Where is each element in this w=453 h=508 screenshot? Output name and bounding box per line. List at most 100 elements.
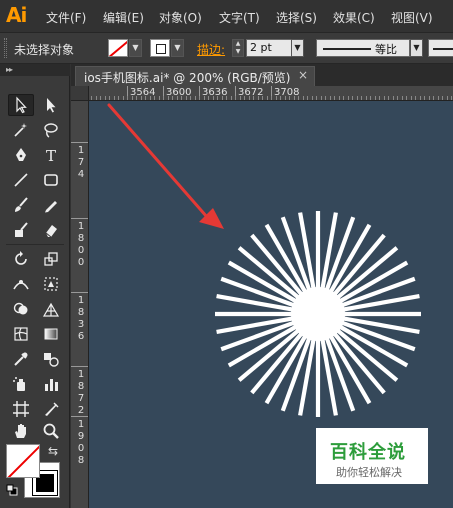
close-tab-icon[interactable]: × — [298, 68, 308, 82]
ruler-label: 0 — [77, 443, 85, 454]
scale-tool-icon[interactable] — [38, 248, 64, 270]
free-transform-tool-icon[interactable] — [38, 273, 64, 295]
ruler-label: 1 — [77, 295, 85, 306]
selection-status: 未选择对象 — [14, 43, 75, 57]
menu-object[interactable]: 对象(O) — [159, 9, 202, 26]
menu-type[interactable]: 文字(T) — [219, 9, 260, 26]
profile-dropdown-icon[interactable]: ▼ — [410, 39, 423, 57]
menu-effect[interactable]: 效果(C) — [333, 9, 375, 26]
variable-width-profile[interactable]: 等比 — [316, 39, 410, 57]
horizontal-ruler[interactable]: 3564 3600 3636 3672 3708 — [71, 86, 453, 101]
document-tab-bar: ios手机图标.ai* @ 200% (RGB/预览) × — [71, 64, 453, 86]
slice-tool-icon[interactable] — [38, 398, 64, 420]
fill-swatch[interactable] — [108, 39, 128, 57]
ruler-major-tick — [71, 366, 88, 367]
toolbar-divider — [6, 244, 64, 245]
eyedropper-tool-icon[interactable] — [8, 348, 34, 370]
type-tool-icon[interactable]: T — [38, 144, 64, 166]
swap-colors-icon[interactable]: ⇆ — [48, 444, 58, 458]
stroke-weight-dropdown-icon[interactable]: ▼ — [291, 39, 304, 57]
ruler-label: 9 — [77, 431, 85, 442]
collapse-icon[interactable]: ▸▸ — [6, 65, 13, 74]
rectangle-tool-icon[interactable] — [38, 169, 64, 191]
menu-edit[interactable]: 编辑(E) — [103, 9, 144, 26]
pencil-tool-icon[interactable] — [38, 194, 64, 216]
ruler-label: 1 — [77, 369, 85, 380]
ruler-label: 6 — [77, 331, 85, 342]
ruler-label: 0 — [77, 245, 85, 256]
shape-builder-tool-icon[interactable] — [8, 298, 34, 320]
panel-grip-icon[interactable] — [4, 38, 7, 58]
menu-view[interactable]: 视图(V) — [391, 9, 433, 26]
rotate-tool-icon[interactable] — [8, 248, 34, 270]
fill-dropdown-icon[interactable]: ▼ — [129, 39, 142, 57]
pen-tool-icon[interactable] — [8, 144, 34, 166]
ruler-label: 7 — [77, 393, 85, 404]
zoom-tool-icon[interactable] — [38, 420, 64, 442]
ruler-label: 3600 — [166, 87, 192, 98]
blob-brush-tool-icon[interactable] — [8, 219, 34, 241]
pointer-arrow — [107, 103, 224, 229]
document-tab[interactable]: ios手机图标.ai* @ 200% (RGB/预览) × — [75, 66, 315, 86]
ruler-label: 8 — [77, 455, 85, 466]
app-logo: Ai — [6, 3, 27, 27]
default-colors-icon[interactable] — [6, 484, 18, 496]
profile-label: 等比 — [375, 43, 397, 56]
tools-panel-header[interactable]: ▸▸ — [0, 64, 70, 76]
ruler-major-tick — [71, 292, 88, 293]
hand-tool-icon[interactable] — [8, 420, 34, 442]
control-bar: 未选择对象 ▼ ▼ 描边: ▲ ▼ 2 pt ▼ 等比 ▼ — [0, 33, 453, 64]
ruler-major-tick — [71, 142, 88, 143]
watermark-subtitle: 助你轻松解决 — [336, 466, 402, 479]
stroke-weight-stepper[interactable]: ▲ ▼ — [232, 39, 244, 57]
ruler-label: 8 — [77, 307, 85, 318]
stroke-label[interactable]: 描边: — [197, 41, 225, 58]
direct-selection-tool-icon[interactable] — [38, 94, 64, 116]
ruler-label: 3 — [77, 319, 85, 330]
sunburst-shape[interactable] — [215, 211, 421, 417]
ruler-major-tick — [71, 218, 88, 219]
watermark-badge: 百科全说 助你轻松解决 — [316, 428, 428, 484]
perspective-grid-tool-icon[interactable] — [38, 298, 64, 320]
ruler-label: 3708 — [274, 87, 300, 98]
menu-bar: Ai 文件(F) 编辑(E) 对象(O) 文字(T) 选择(S) 效果(C) 视… — [0, 0, 453, 33]
gradient-tool-icon[interactable] — [38, 323, 64, 345]
mesh-tool-icon[interactable] — [8, 323, 34, 345]
ruler-label: 8 — [77, 233, 85, 244]
brush-definition[interactable] — [428, 39, 453, 57]
ruler-major-tick — [71, 416, 88, 417]
ruler-label: 4 — [77, 169, 85, 180]
artboard-tool-icon[interactable] — [8, 398, 34, 420]
tools-panel: ▸▸ T ⇆ — [0, 64, 70, 508]
line-segment-tool-icon[interactable] — [8, 169, 34, 191]
brush-line-icon — [433, 48, 453, 50]
selection-tool-icon[interactable] — [8, 94, 34, 116]
symbol-sprayer-tool-icon[interactable] — [8, 373, 34, 395]
watermark-title: 百科全说 — [330, 442, 406, 463]
paintbrush-tool-icon[interactable] — [8, 194, 34, 216]
fill-color-box[interactable] — [6, 444, 40, 478]
column-graph-tool-icon[interactable] — [38, 373, 64, 395]
ruler-label: 3636 — [202, 87, 228, 98]
lasso-tool-icon[interactable] — [38, 119, 64, 141]
ruler-label: 8 — [77, 381, 85, 392]
ruler-label: 1 — [77, 221, 85, 232]
profile-line-icon — [323, 48, 371, 50]
menu-select[interactable]: 选择(S) — [276, 9, 317, 26]
ruler-label: 3564 — [130, 87, 156, 98]
document-title: ios手机图标.ai* @ 200% (RGB/预览) — [84, 71, 291, 85]
magic-wand-tool-icon[interactable] — [8, 119, 34, 141]
ruler-label: 0 — [77, 257, 85, 268]
stroke-weight-input[interactable]: 2 pt — [246, 39, 292, 57]
ruler-label: 3672 — [238, 87, 264, 98]
stroke-swatch[interactable] — [150, 39, 170, 57]
menu-file[interactable]: 文件(F) — [46, 9, 86, 26]
width-tool-icon[interactable] — [8, 273, 34, 295]
sunburst-center — [291, 287, 345, 341]
blend-tool-icon[interactable] — [38, 348, 64, 370]
ruler-origin[interactable] — [71, 86, 89, 101]
eraser-tool-icon[interactable] — [38, 219, 64, 241]
ruler-label: 1 — [77, 419, 85, 430]
vertical-ruler[interactable]: 1741800183618721908 — [71, 101, 89, 508]
stroke-dropdown-icon[interactable]: ▼ — [171, 39, 184, 57]
